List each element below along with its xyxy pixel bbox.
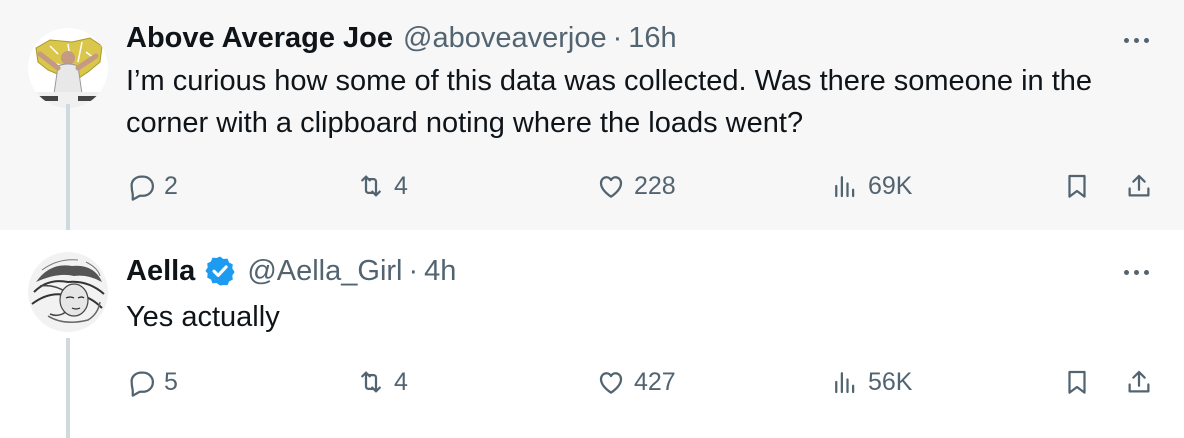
separator: · bbox=[612, 22, 623, 54]
retweet-count: 4 bbox=[394, 171, 408, 200]
tweet-text: Yes actually bbox=[126, 301, 280, 333]
author-handle[interactable]: @aboveaverjoe bbox=[403, 22, 607, 55]
avatar-aella[interactable] bbox=[28, 252, 108, 332]
views-button[interactable]: 56K bbox=[830, 362, 912, 402]
action-bar: 2 4 228 69K bbox=[126, 166, 1156, 206]
retweet-count: 4 bbox=[394, 367, 408, 396]
avatar-image bbox=[28, 28, 108, 108]
like-count: 427 bbox=[634, 367, 676, 396]
action-bar: 5 4 427 56K bbox=[126, 362, 1156, 402]
share-icon bbox=[1128, 370, 1150, 393]
views-button[interactable]: 69K bbox=[830, 166, 912, 206]
views-count: 69K bbox=[868, 171, 913, 200]
more-dots-icon[interactable] bbox=[1116, 30, 1156, 50]
retweet-icon bbox=[361, 175, 381, 197]
author-name[interactable]: Aella bbox=[126, 255, 195, 288]
author-handle[interactable]: @Aella_Girl bbox=[247, 255, 402, 288]
author-name[interactable]: Above Average Joe bbox=[126, 22, 393, 55]
views-icon bbox=[835, 176, 855, 198]
reply-icon bbox=[130, 371, 154, 397]
avatar-joe[interactable] bbox=[28, 28, 108, 108]
timestamp[interactable]: 16h bbox=[628, 22, 676, 55]
avatar-image bbox=[28, 252, 108, 332]
tweet-header: Above Average Joe @aboveaverjoe · 16h bbox=[126, 22, 677, 55]
reply-button[interactable]: 2 bbox=[126, 166, 178, 206]
thread-line bbox=[66, 338, 70, 438]
share-button[interactable] bbox=[1124, 166, 1154, 206]
separator: · bbox=[408, 254, 419, 287]
bookmark-button[interactable] bbox=[1062, 362, 1092, 402]
tweet-joe[interactable]: Above Average Joe @aboveaverjoe · 16h I’… bbox=[0, 0, 1184, 230]
like-count: 228 bbox=[634, 171, 676, 200]
like-button[interactable]: 228 bbox=[596, 166, 676, 206]
retweet-button[interactable]: 4 bbox=[356, 166, 408, 206]
views-icon bbox=[835, 372, 855, 394]
share-icon bbox=[1128, 174, 1150, 197]
reply-button[interactable]: 5 bbox=[126, 362, 178, 402]
share-button[interactable] bbox=[1124, 362, 1154, 402]
timestamp[interactable]: 4h bbox=[424, 255, 456, 288]
reply-count: 5 bbox=[164, 367, 178, 396]
bookmark-button[interactable] bbox=[1062, 166, 1092, 206]
bookmark-icon bbox=[1068, 370, 1086, 394]
retweet-button[interactable]: 4 bbox=[356, 362, 408, 402]
reply-count: 2 bbox=[164, 171, 178, 200]
views-count: 56K bbox=[868, 367, 913, 396]
thread-line bbox=[66, 104, 70, 230]
more-dots-icon[interactable] bbox=[1116, 262, 1156, 282]
tweet-text: I’m curious how some of this data was co… bbox=[126, 65, 1093, 139]
bookmark-icon bbox=[1068, 174, 1086, 198]
reply-icon bbox=[130, 175, 154, 201]
heart-icon bbox=[599, 372, 623, 394]
like-button[interactable]: 427 bbox=[596, 362, 676, 402]
retweet-icon bbox=[361, 371, 381, 393]
heart-icon bbox=[599, 176, 623, 198]
tweet-header: Aella @Aella_Girl · 4h bbox=[126, 254, 456, 288]
verified-badge-icon bbox=[205, 256, 235, 286]
tweet-aella[interactable]: Aella @Aella_Girl · 4h Yes actually 5 4 … bbox=[0, 230, 1184, 438]
